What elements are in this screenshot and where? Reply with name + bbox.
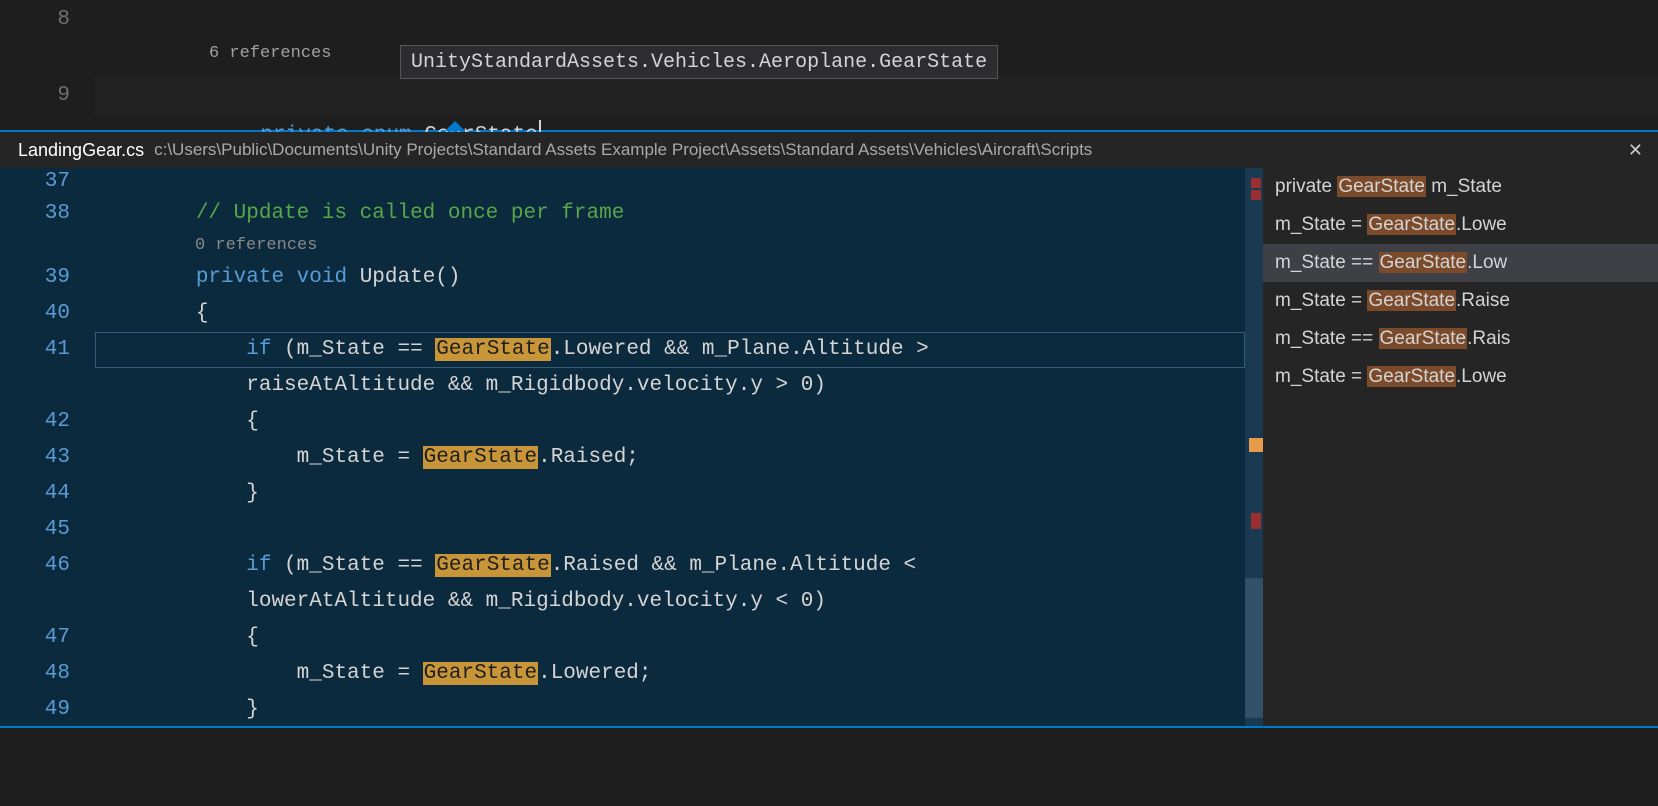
comment: // Update is called once per frame <box>196 202 624 225</box>
search-highlight: GearState <box>1379 252 1468 273</box>
search-highlight: GearState <box>423 446 538 469</box>
hover-tooltip: UnityStandardAssets.Vehicles.Aeroplane.G… <box>400 45 998 79</box>
code-content[interactable]: // Update is called once per frame 0 ref… <box>95 168 1245 726</box>
code-editor[interactable]: 37 38 39 40 41 42 43 44 45 46 47 48 49 /… <box>0 168 1245 726</box>
scrollbar[interactable] <box>1245 168 1263 726</box>
code-line[interactable]: if (m_State == GearState.Raised && m_Pla… <box>95 548 1245 584</box>
search-highlight: GearState <box>1337 176 1426 197</box>
scrollbar-marker <box>1249 438 1263 452</box>
keyword: void <box>297 266 347 289</box>
code-line[interactable]: if (m_State == GearState.Lowered && m_Pl… <box>95 332 1245 368</box>
method-name: Update() <box>360 266 461 289</box>
code-line[interactable]: // Update is called once per frame <box>95 196 1245 232</box>
references-panel: private GearState m_Statem_State = GearS… <box>1263 168 1658 726</box>
code-line[interactable]: private enum GearState <box>95 76 1658 116</box>
code-line[interactable]: { <box>95 296 1245 332</box>
line-number: 9 <box>0 84 70 107</box>
code-line[interactable]: m_State = GearState.Raised; <box>95 440 1245 476</box>
search-highlight: GearState <box>1379 328 1468 349</box>
reference-item[interactable]: m_State = GearState.Lowe <box>1263 206 1658 244</box>
pane-separator <box>0 726 1658 728</box>
code-line[interactable]: lowerAtAltitude && m_Rigidbody.velocity.… <box>95 584 1245 620</box>
search-highlight: GearState <box>435 338 550 361</box>
search-highlight: GearState <box>1367 214 1456 235</box>
scrollbar-marker <box>1251 513 1261 529</box>
code-line[interactable]: private void Update() <box>95 260 1245 296</box>
reference-item[interactable]: m_State == GearState.Low <box>1263 244 1658 282</box>
peek-definition-pane: 8 6 references 9 private enum GearState … <box>0 0 1658 130</box>
code-line[interactable] <box>95 512 1245 548</box>
search-highlight: GearState <box>1367 366 1456 387</box>
search-highlight: GearState <box>435 554 550 577</box>
codelens-references[interactable]: 0 references <box>95 232 1245 260</box>
peek-pointer-icon <box>445 121 465 131</box>
line-number: 8 <box>0 8 70 31</box>
code-line[interactable]: raiseAtAltitude && m_Rigidbody.velocity.… <box>95 368 1245 404</box>
code-line[interactable]: } <box>95 476 1245 512</box>
reference-item[interactable]: m_State = GearState.Raise <box>1263 282 1658 320</box>
reference-item[interactable]: private GearState m_State <box>1263 168 1658 206</box>
peek-filename: LandingGear.cs <box>18 140 144 161</box>
reference-item[interactable]: m_State = GearState.Lowe <box>1263 358 1658 396</box>
code-line[interactable]: { <box>95 620 1245 656</box>
scrollbar-marker <box>1251 190 1261 200</box>
code-line[interactable]: } <box>95 692 1245 726</box>
code-line[interactable]: m_State = GearState.Lowered; <box>95 656 1245 692</box>
keyword: if <box>246 338 271 361</box>
peek-filepath: c:\Users\Public\Documents\Unity Projects… <box>154 140 1092 160</box>
gutter: 37 38 39 40 41 42 43 44 45 46 47 48 49 <box>0 168 95 726</box>
close-icon[interactable]: ✕ <box>1628 140 1643 161</box>
codelens-references[interactable]: 6 references <box>95 36 331 72</box>
search-highlight: GearState <box>423 662 538 685</box>
scrollbar-marker <box>1251 178 1261 188</box>
reference-item[interactable]: m_State == GearState.Rais <box>1263 320 1658 358</box>
scrollbar-thumb[interactable] <box>1245 578 1263 718</box>
keyword: private <box>196 266 284 289</box>
keyword: if <box>246 554 271 577</box>
search-highlight: GearState <box>1367 290 1456 311</box>
code-line[interactable]: { <box>95 404 1245 440</box>
peek-title-bar: LandingGear.cs c:\Users\Public\Documents… <box>0 132 1658 168</box>
peek-body: 37 38 39 40 41 42 43 44 45 46 47 48 49 /… <box>0 168 1658 726</box>
